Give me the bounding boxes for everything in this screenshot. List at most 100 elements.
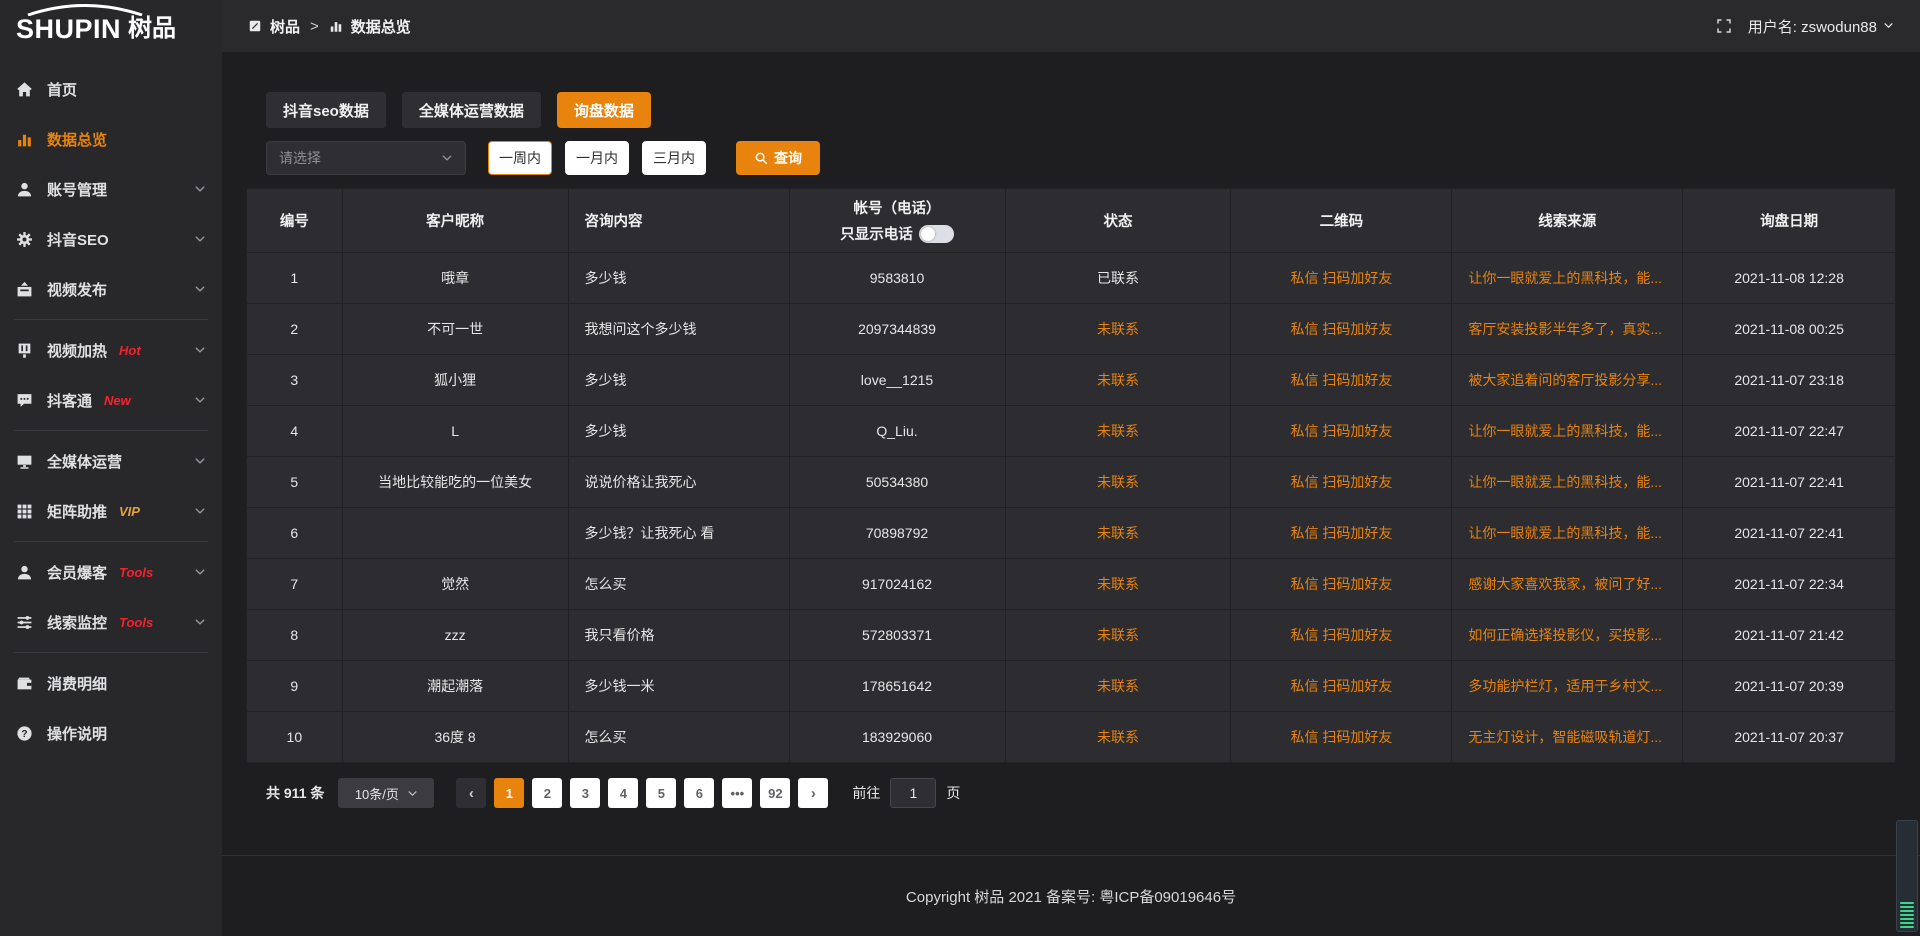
sidebar-item[interactable]: ?操作说明 (0, 708, 222, 758)
source-link[interactable]: 无主灯设计，智能磁吸轨道灯... (1468, 729, 1662, 745)
next-page-button[interactable]: › (798, 778, 828, 808)
sidebar-item[interactable]: 会员爆客Tools (0, 547, 222, 597)
page-button[interactable]: 3 (570, 778, 600, 808)
page-button[interactable]: 2 (532, 778, 562, 808)
cell-account: 917024162 (789, 559, 1005, 610)
cell-source: 让你一眼就爱上的黑科技，能... (1452, 508, 1683, 559)
column-header: 编号 (247, 189, 343, 253)
cell-status: 未联系 (1005, 508, 1231, 559)
prev-page-button[interactable]: ‹ (456, 778, 486, 808)
sidebar-item[interactable]: 账号管理 (0, 164, 222, 214)
bar-chart-icon (329, 19, 343, 33)
tab-抖音seo数据[interactable]: 抖音seo数据 (266, 92, 386, 128)
svg-text:?: ? (21, 729, 27, 740)
sidebar-item[interactable]: 消费明细 (0, 658, 222, 708)
source-link[interactable]: 被大家追着问的客厅投影分享... (1468, 372, 1662, 388)
page-size-select[interactable]: 10条/页 (338, 778, 434, 808)
jump-prefix-label: 前往 (852, 783, 880, 803)
qrcode-link[interactable]: 私信 扫码加好友 (1290, 474, 1392, 490)
sidebar-item-badge: Tools (119, 615, 153, 630)
column-header: 线索来源 (1452, 189, 1683, 253)
query-button[interactable]: 查询 (736, 141, 820, 175)
footer-copyright: Copyright 树品 2021 备案号: 粤ICP备09019646号 (906, 886, 1236, 907)
sidebar-divider (14, 319, 208, 320)
page-button[interactable]: 6 (684, 778, 714, 808)
sidebar-item[interactable]: 视频发布 (0, 264, 222, 314)
source-link[interactable]: 让你一眼就爱上的黑科技，能... (1468, 423, 1662, 439)
page-button[interactable]: 92 (760, 778, 790, 808)
source-link[interactable]: 让你一眼就爱上的黑科技，能... (1468, 525, 1662, 541)
phone-only-toggle[interactable] (919, 225, 954, 243)
page-button[interactable]: 4 (608, 778, 638, 808)
qrcode-link[interactable]: 私信 扫码加好友 (1290, 678, 1392, 694)
cell-qrcode: 私信 扫码加好友 (1231, 661, 1452, 712)
cell-qrcode: 私信 扫码加好友 (1231, 457, 1452, 508)
period-buttons: 一周内一月内三月内 (488, 141, 706, 175)
video-publish-icon (16, 281, 35, 298)
chevron-down-icon (194, 394, 206, 406)
grid-icon (16, 503, 35, 520)
tab-询盘数据[interactable]: 询盘数据 (557, 92, 651, 128)
qrcode-link[interactable]: 私信 扫码加好友 (1290, 270, 1392, 286)
logo-suffix: 树品 (128, 17, 176, 41)
qrcode-link[interactable]: 私信 扫码加好友 (1290, 729, 1392, 745)
qrcode-link[interactable]: 私信 扫码加好友 (1290, 525, 1392, 541)
cell-nickname: 觉然 (342, 559, 568, 610)
cell-status: 未联系 (1005, 304, 1231, 355)
jump-page-input[interactable] (890, 778, 936, 808)
cell-account: 178651642 (789, 661, 1005, 712)
source-link[interactable]: 让你一眼就爱上的黑科技，能... (1468, 270, 1662, 286)
member-icon (16, 564, 35, 581)
sidebar-item[interactable]: 全媒体运营 (0, 436, 222, 486)
source-link[interactable]: 客厅安装投影半年多了，真实... (1468, 321, 1662, 337)
fullscreen-icon[interactable] (1716, 18, 1732, 34)
breadcrumb-root[interactable]: 树品 (270, 16, 300, 37)
cell-nickname (342, 508, 568, 559)
chevron-down-icon (194, 505, 206, 517)
sidebar-item[interactable]: 首页 (0, 64, 222, 114)
source-link[interactable]: 如何正确选择投影仪，买投影... (1468, 627, 1662, 643)
sidebar-item-label: 抖客通 (47, 390, 92, 411)
qrcode-link[interactable]: 私信 扫码加好友 (1290, 576, 1392, 592)
cell-status: 未联系 (1005, 559, 1231, 610)
source-link[interactable]: 多功能护栏灯，适用于乡村文... (1468, 678, 1662, 694)
cell-nickname: 潮起潮落 (342, 661, 568, 712)
cell-nickname: zzz (342, 610, 568, 661)
qrcode-link[interactable]: 私信 扫码加好友 (1290, 321, 1392, 337)
sidebar-item[interactable]: 矩阵助推VIP (0, 486, 222, 536)
breadcrumb-current: 数据总览 (351, 16, 411, 37)
sidebar-item[interactable]: 抖客通New (0, 375, 222, 425)
page-button[interactable]: 5 (646, 778, 676, 808)
chevron-down-icon (407, 788, 418, 799)
more-pages-button[interactable]: ••• (722, 778, 752, 808)
chevron-down-icon (1883, 18, 1894, 35)
chevron-down-icon (194, 183, 206, 195)
tab-全媒体运营数据[interactable]: 全媒体运营数据 (402, 92, 541, 128)
cell-nickname: 哦章 (342, 253, 568, 304)
sidebar-item[interactable]: 数据总览 (0, 114, 222, 164)
cell-index: 7 (247, 559, 343, 610)
page-button[interactable]: 1 (494, 778, 524, 808)
user-menu[interactable]: 用户名: zswodun88 (1748, 16, 1894, 37)
monitor-icon (16, 453, 35, 470)
filter-select[interactable]: 请选择 (266, 141, 466, 175)
qrcode-link[interactable]: 私信 扫码加好友 (1290, 372, 1392, 388)
column-header: 咨询内容 (568, 189, 789, 253)
sidebar-item[interactable]: 视频加热Hot (0, 325, 222, 375)
cell-qrcode: 私信 扫码加好友 (1231, 508, 1452, 559)
source-link[interactable]: 感谢大家喜欢我家，被问了好... (1468, 576, 1662, 592)
sidebar-item[interactable]: 线索监控Tools (0, 597, 222, 647)
qrcode-link[interactable]: 私信 扫码加好友 (1290, 423, 1392, 439)
bar-chart-icon (16, 131, 35, 148)
period-button[interactable]: 三月内 (642, 141, 706, 175)
qrcode-link[interactable]: 私信 扫码加好友 (1290, 627, 1392, 643)
sidebar-divider (14, 652, 208, 653)
sidebar-item[interactable]: 抖音SEO (0, 214, 222, 264)
source-link[interactable]: 让你一眼就爱上的黑科技，能... (1468, 474, 1662, 490)
period-button[interactable]: 一周内 (488, 141, 552, 175)
logo-text: SHUPIN (16, 16, 121, 43)
sidebar-item-label: 抖音SEO (47, 229, 109, 250)
period-button[interactable]: 一月内 (565, 141, 629, 175)
chevron-down-icon (194, 344, 206, 356)
chevron-down-icon (194, 233, 206, 245)
